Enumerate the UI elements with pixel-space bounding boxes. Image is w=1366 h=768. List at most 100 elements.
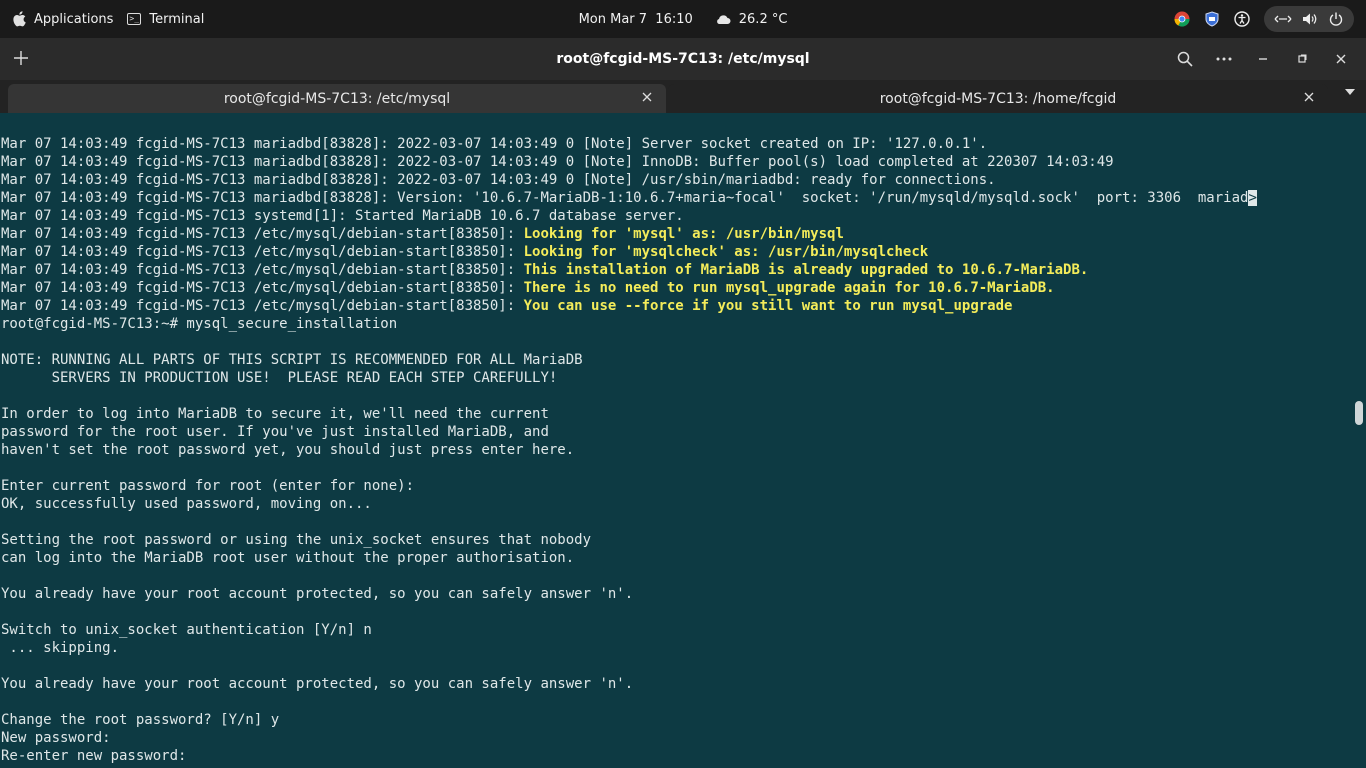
terminal-line: Re-enter new password: [1,747,186,765]
datetime-clock[interactable]: Mon Mar 7 16:10 [579,12,693,27]
power-icon [1328,11,1344,27]
terminal-highlight-text: Looking for 'mysql' as: /usr/bin/mysql [523,226,844,242]
terminal-line-text: Switch to unix_socket authentication [Y/… [1,622,372,638]
terminal-line-text: Re-enter new password: [1,748,187,764]
line-overflow-marker: > [1248,190,1257,206]
terminal-line-text: ... skipping. [1,640,120,656]
terminal-line-text: Mar 07 14:03:49 fcgid-MS-7C13 /etc/mysql… [1,280,524,296]
scrollbar-thumb[interactable] [1355,401,1363,425]
close-window-button[interactable] [1321,38,1360,80]
terminal-line-text: In order to log into MariaDB to secure i… [1,406,549,422]
terminal-line: In order to log into MariaDB to secure i… [1,405,549,423]
terminal-line-text: haven't set the root password yet, you s… [1,442,575,458]
weather-temperature: 26.2 °C [738,11,788,27]
terminal-line-text: NOTE: RUNNING ALL PARTS OF THIS SCRIPT I… [1,352,583,368]
terminal-line: OK, successfully used password, moving o… [1,495,372,513]
volume-icon [1302,11,1318,27]
terminal-line-text: can log into the MariaDB root user witho… [1,550,575,566]
terminal-line: password for the root user. If you've ju… [1,423,549,441]
terminal-highlight-text: Looking for 'mysqlcheck' as: /usr/bin/my… [523,244,929,260]
tab-list-dropdown[interactable] [1344,88,1356,99]
terminal-line-text: Mar 07 14:03:49 fcgid-MS-7C13 /etc/mysql… [1,244,524,260]
tab-home-fcgid[interactable]: root@fcgid-MS-7C13: /home/fcgid [668,84,1328,113]
tab-label: root@fcgid-MS-7C13: /home/fcgid [879,90,1117,107]
terminal-line: haven't set the root password yet, you s… [1,441,574,459]
terminal-line-text: Mar 07 14:03:49 fcgid-MS-7C13 mariadbd[8… [1,190,1249,206]
terminal-line-text: SERVERS IN PRODUCTION USE! PLEASE READ E… [1,370,558,386]
terminal-line: Switch to unix_socket authentication [Y/… [1,621,372,639]
terminal-line-text: You already have your root account prote… [1,586,634,602]
close-icon [1336,54,1345,64]
terminal-line: New password: [1,729,111,747]
terminal-line-text: Enter current password for root (enter f… [1,478,415,494]
tab-label: root@fcgid-MS-7C13: /etc/mysql [223,90,451,107]
network-icon [1274,11,1292,27]
close-icon [1304,92,1314,102]
terminal-line: SERVERS IN PRODUCTION USE! PLEASE READ E… [1,369,558,387]
terminal-line: Change the root password? [Y/n] y [1,711,279,729]
terminal-line: Mar 07 14:03:49 fcgid-MS-7C13 mariadbd[8… [1,171,996,189]
terminal-highlight-text: This installation of MariaDB is already … [523,262,1089,278]
top-bar-right [1174,0,1354,38]
terminal-line-text: root@fcgid-MS-7C13:~# mysql_secure_insta… [1,316,398,332]
chrome-icon[interactable] [1174,11,1190,27]
terminal-line: Mar 07 14:03:49 fcgid-MS-7C13 /etc/mysql… [1,225,844,243]
cloud-icon [716,15,731,24]
maximize-button[interactable] [1282,38,1321,80]
terminal-line-text: Mar 07 14:03:49 fcgid-MS-7C13 mariadbd[8… [1,172,996,188]
terminal-line: Mar 07 14:03:49 fcgid-MS-7C13 mariadbd[8… [1,153,1114,171]
terminal-line-text: Change the root password? [Y/n] y [1,712,280,728]
close-icon [642,92,652,102]
terminal-highlight-text: You can use --force if you still want to… [523,298,1013,314]
terminal-line: You already have your root account prote… [1,585,633,603]
terminal-line-text: Mar 07 14:03:49 fcgid-MS-7C13 /etc/mysql… [1,262,524,278]
search-icon [1177,51,1193,67]
terminal-line: Mar 07 14:03:49 fcgid-MS-7C13 /etc/mysql… [1,243,928,261]
terminal-line-text: Mar 07 14:03:49 fcgid-MS-7C13 mariadbd[8… [1,136,988,152]
chevron-down-icon [1345,89,1355,95]
terminal-output[interactable]: Mar 07 14:03:49 fcgid-MS-7C13 mariadbd[8… [0,113,1352,768]
terminal-line-text: Setting the root password or using the u… [1,532,592,548]
terminal-highlight-text: There is no need to run mysql_upgrade ag… [523,280,1055,296]
terminal-line-text: Mar 07 14:03:49 fcgid-MS-7C13 mariadbd[8… [1,154,1114,170]
terminal-line: You already have your root account prote… [1,675,633,693]
terminal-line: Mar 07 14:03:49 fcgid-MS-7C13 mariadbd[8… [1,135,987,153]
search-button[interactable] [1165,38,1204,80]
maximize-icon [1297,54,1306,63]
minimize-icon [1258,58,1267,60]
system-top-bar: Applications >_ Terminal Mon Mar 7 16:10… [0,0,1366,38]
terminal-line-text: Mar 07 14:03:49 fcgid-MS-7C13 /etc/mysql… [1,298,524,314]
terminal-line: Mar 07 14:03:49 fcgid-MS-7C13 /etc/mysql… [1,279,1055,297]
window-controls [1165,38,1360,80]
accessibility-icon[interactable] [1234,11,1250,27]
terminal-line: Mar 07 14:03:49 fcgid-MS-7C13 systemd[1]… [1,207,684,225]
terminal-line: Mar 07 14:03:49 fcgid-MS-7C13 /etc/mysql… [1,261,1088,279]
window-title: root@fcgid-MS-7C13: /etc/mysql [556,51,810,67]
terminal-line: root@fcgid-MS-7C13:~# mysql_secure_insta… [1,315,397,333]
terminal-line: Mar 07 14:03:49 fcgid-MS-7C13 /etc/mysql… [1,297,1012,315]
terminal-line: can log into the MariaDB root user witho… [1,549,574,567]
system-status-menu[interactable] [1264,6,1354,32]
weather-widget[interactable]: 26.2 °C [715,11,788,27]
terminal-header-bar: root@fcgid-MS-7C13: /etc/mysql [0,38,1366,80]
terminal-line-text: You already have your root account prote… [1,676,634,692]
terminal-line-text: Mar 07 14:03:49 fcgid-MS-7C13 /etc/mysql… [1,226,524,242]
terminal-line: ... skipping. [1,639,119,657]
top-bar-center: Mon Mar 7 16:10 26.2 °C [0,0,1366,38]
tab-bar: root@fcgid-MS-7C13: /etc/mysql root@fcgi… [0,80,1366,113]
terminal-line-text: password for the root user. If you've ju… [1,424,549,440]
terminal-line-text: OK, successfully used password, moving o… [1,496,372,512]
close-tab-button[interactable] [1300,89,1318,107]
minimize-button[interactable] [1243,38,1282,80]
terminal-line: NOTE: RUNNING ALL PARTS OF THIS SCRIPT I… [1,351,583,369]
shield-icon[interactable] [1204,11,1220,27]
more-icon [1216,57,1231,61]
scrollbar-track[interactable] [1352,113,1366,768]
terminal-line-text: New password: [1,730,111,746]
menu-button[interactable] [1204,38,1243,80]
tab-etc-mysql[interactable]: root@fcgid-MS-7C13: /etc/mysql [8,84,666,113]
terminal-line: Enter current password for root (enter f… [1,477,414,495]
terminal-line-text: Mar 07 14:03:49 fcgid-MS-7C13 systemd[1]… [1,208,684,224]
terminal-line: Setting the root password or using the u… [1,531,591,549]
close-tab-button[interactable] [638,89,656,107]
